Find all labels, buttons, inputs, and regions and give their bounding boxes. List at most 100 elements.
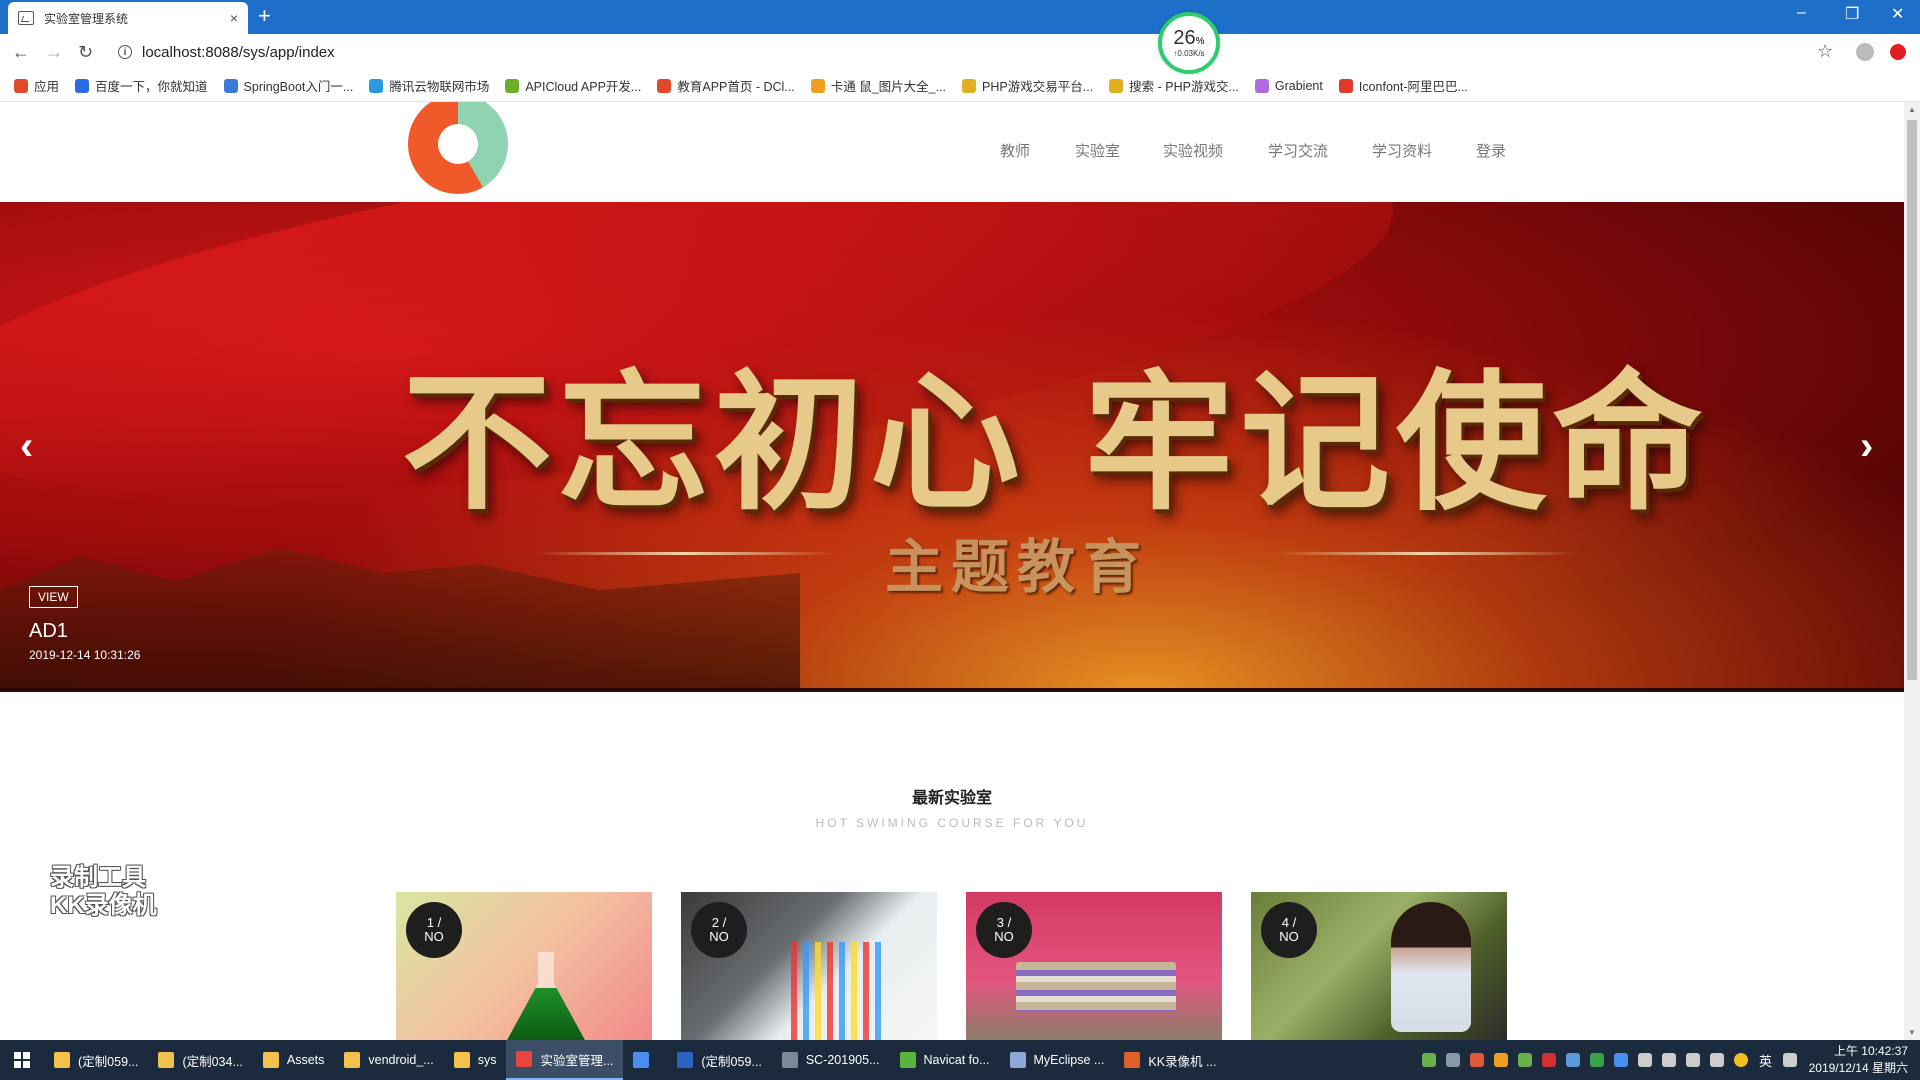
scrollbar-thumb[interactable] bbox=[1907, 120, 1917, 680]
tab-title: 实验室管理系统 bbox=[44, 11, 129, 26]
card-number-label: NO bbox=[424, 929, 444, 944]
bookmark-item[interactable]: 卡通 鼠_图片大全_... bbox=[810, 76, 947, 95]
taskbar-item[interactable]: vendroid_... bbox=[334, 1040, 443, 1080]
start-button[interactable] bbox=[0, 1040, 44, 1080]
taskbar-item[interactable]: (定制059... bbox=[667, 1040, 771, 1080]
lab-card[interactable]: 1 / NO bbox=[396, 892, 652, 1040]
taskbar-item[interactable]: Assets bbox=[253, 1040, 335, 1080]
bookmark-item[interactable]: 搜索 - PHP游戏交... bbox=[1109, 76, 1239, 95]
nav-labs[interactable]: 实验室 bbox=[1075, 140, 1120, 161]
reload-icon[interactable]: ↻ bbox=[78, 42, 93, 63]
section-subtitle: HOT SWIMING COURSE FOR YOU bbox=[815, 816, 1089, 830]
carousel-next-icon[interactable]: › bbox=[1860, 424, 1873, 469]
back-icon[interactable]: ← bbox=[12, 42, 30, 63]
nav-teachers[interactable]: 教师 bbox=[1000, 140, 1030, 161]
nav-lab-videos[interactable]: 实验视频 bbox=[1163, 140, 1223, 161]
image-icon bbox=[18, 11, 34, 25]
browser-tab[interactable]: 实验室管理系统 × bbox=[8, 2, 248, 34]
bookmark-label: 卡通 鼠_图片大全_... bbox=[830, 80, 947, 94]
bookmark-item[interactable]: APICloud APP开发... bbox=[505, 76, 641, 95]
test-tubes-image bbox=[791, 942, 881, 1040]
nav-login[interactable]: 登录 bbox=[1476, 140, 1506, 161]
lab-card[interactable]: 3 / NO bbox=[966, 892, 1222, 1040]
extension-icon[interactable] bbox=[1890, 44, 1906, 60]
taskbar-item[interactable]: 实验室管理... bbox=[506, 1040, 624, 1080]
tray-star-icon[interactable] bbox=[1541, 1053, 1556, 1067]
taskbar-app-icon bbox=[633, 1052, 650, 1068]
system-clock[interactable]: 上午 10:42:37 2019/12/14 星期六 bbox=[1809, 1043, 1908, 1077]
card-number-badge: 2 / NO bbox=[691, 902, 747, 958]
address-bar[interactable]: i localhost:8088/sys/app/index bbox=[108, 38, 1808, 66]
bookmark-item[interactable]: 教育APP首页 - DCl... bbox=[657, 76, 795, 95]
input-language[interactable]: 英 bbox=[1759, 1051, 1772, 1070]
tray-green-icon[interactable] bbox=[1589, 1053, 1604, 1067]
hero-carousel[interactable]: 不忘初心 牢记使命 主题教育 ‹ › VIEW AD1 2019-12-14 1… bbox=[0, 202, 1904, 692]
url-text[interactable]: localhost:8088/sys/app/index bbox=[142, 44, 335, 61]
recorder-watermark: 录制工具 KK录像机 bbox=[50, 864, 157, 920]
carousel-prev-icon[interactable]: ‹ bbox=[20, 424, 33, 469]
volume-icon[interactable] bbox=[1709, 1053, 1724, 1067]
battery-icon[interactable] bbox=[1421, 1053, 1436, 1067]
network-share-icon[interactable] bbox=[1565, 1053, 1580, 1067]
bookmark-item[interactable]: Iconfont-阿里巴巴... bbox=[1338, 76, 1468, 95]
taskbar-item[interactable]: SC-201905... bbox=[772, 1040, 890, 1080]
taskbar-item[interactable]: (定制034... bbox=[148, 1040, 252, 1080]
nvidia-icon[interactable] bbox=[1517, 1053, 1532, 1067]
nav-materials[interactable]: 学习资料 bbox=[1372, 140, 1432, 161]
keyboard-icon[interactable] bbox=[1783, 1053, 1797, 1067]
lab-card[interactable]: 2 / NO bbox=[681, 892, 937, 1040]
bookmark-favicon-icon bbox=[223, 78, 238, 93]
windows-logo-icon bbox=[14, 1052, 30, 1068]
forward-icon[interactable]: → bbox=[45, 42, 63, 63]
nav-discussion[interactable]: 学习交流 bbox=[1268, 140, 1328, 161]
cloud-icon[interactable] bbox=[1445, 1053, 1460, 1067]
tray-app-icon[interactable] bbox=[1493, 1053, 1508, 1067]
page-scrollbar[interactable]: ▲ ▼ bbox=[1904, 102, 1920, 1040]
bookmark-item[interactable]: 腾讯云物联网市场 bbox=[369, 76, 489, 95]
taskbar-item-label: Assets bbox=[286, 1053, 325, 1067]
security-icon[interactable] bbox=[1469, 1053, 1484, 1067]
minimize-icon[interactable]: – bbox=[1797, 4, 1806, 22]
network-speed-widget[interactable]: 26% ↑0.03K/s bbox=[1158, 12, 1220, 74]
bookmark-star-icon[interactable]: ☆ bbox=[1817, 41, 1833, 62]
card-number-label: NO bbox=[709, 929, 729, 944]
new-tab-icon[interactable]: + bbox=[258, 5, 271, 27]
taskbar-item[interactable]: sys bbox=[444, 1040, 507, 1080]
section-title: 最新实验室 bbox=[911, 790, 992, 807]
lab-card[interactable]: 4 / NO bbox=[1251, 892, 1507, 1040]
bookmark-item[interactable]: PHP游戏交易平台... bbox=[962, 76, 1093, 95]
card-number: 1 / bbox=[426, 915, 442, 930]
restore-icon[interactable]: ❐ bbox=[1845, 4, 1859, 24]
taskbar-app-icon bbox=[54, 1052, 70, 1068]
profile-avatar-icon[interactable] bbox=[1856, 43, 1874, 61]
bookmark-label: 百度一下，你就知道 bbox=[95, 80, 208, 94]
bookmark-item[interactable]: SpringBoot入门一... bbox=[223, 76, 353, 95]
bluetooth-icon[interactable] bbox=[1613, 1053, 1628, 1067]
card-number-badge: 1 / NO bbox=[406, 902, 462, 958]
taskbar-item[interactable]: MyEclipse ... bbox=[1000, 1040, 1115, 1080]
bookmark-item[interactable]: Grabient bbox=[1254, 78, 1323, 93]
close-window-icon[interactable]: ✕ bbox=[1891, 4, 1904, 24]
taskbar-item[interactable]: KK录像机 ... bbox=[1114, 1040, 1226, 1080]
wifi-icon[interactable] bbox=[1685, 1053, 1700, 1067]
bookmark-item[interactable]: 百度一下，你就知道 bbox=[75, 76, 208, 95]
info-icon[interactable]: i bbox=[118, 45, 132, 59]
taskbar-item[interactable] bbox=[623, 1040, 667, 1080]
watermark-line-1: 录制工具 bbox=[50, 864, 146, 891]
taskbar-item[interactable]: Navicat fo... bbox=[890, 1040, 1000, 1080]
taskbar-app-icon bbox=[677, 1052, 694, 1068]
usb-icon[interactable] bbox=[1637, 1053, 1652, 1067]
taskbar-item[interactable]: (定制059... bbox=[44, 1040, 148, 1080]
view-button[interactable]: VIEW bbox=[29, 586, 78, 608]
site-logo[interactable] bbox=[408, 102, 508, 194]
input-method-icon[interactable] bbox=[1733, 1053, 1748, 1067]
bookmarks-bar: 应用 百度一下，你就知道 SpringBoot入门一... 腾讯云物联网市场 APICl… bbox=[0, 70, 1920, 102]
scroll-up-icon[interactable]: ▲ bbox=[1908, 105, 1916, 114]
card-number-badge: 4 / NO bbox=[1261, 902, 1317, 958]
scroll-down-icon[interactable]: ▼ bbox=[1908, 1028, 1916, 1037]
clock-date: 2019/12/14 星期六 bbox=[1808, 1061, 1908, 1075]
taskbar-item-label: (定制034... bbox=[182, 1054, 243, 1069]
display-icon[interactable] bbox=[1661, 1053, 1676, 1067]
bookmark-item[interactable]: 应用 bbox=[14, 76, 59, 95]
tab-close-icon[interactable]: × bbox=[230, 10, 238, 26]
